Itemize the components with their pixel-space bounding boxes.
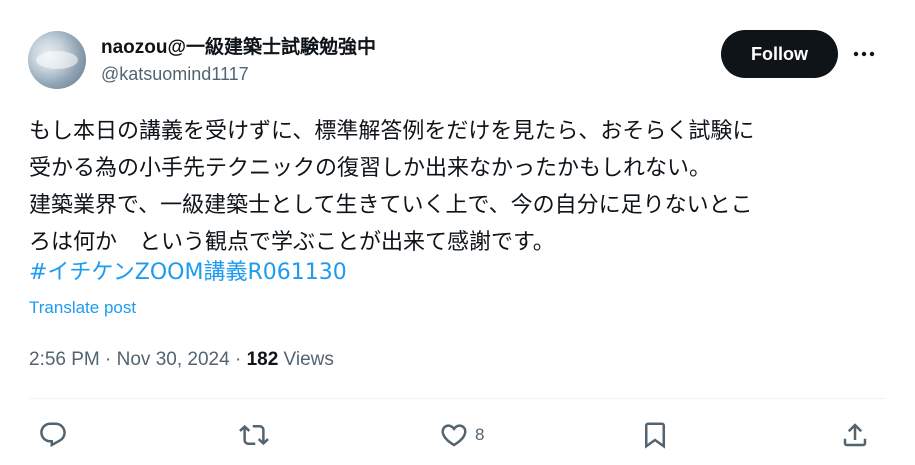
reply-icon [40,422,66,448]
share-icon [843,423,867,447]
views-label: Views [278,349,334,370]
translate-post-link[interactable]: Translate post [29,298,136,318]
bookmark-button[interactable] [640,418,670,452]
bookmark-icon [645,422,665,449]
post-timestamp[interactable]: 2:56 PM · Nov 30, 2024 · [29,349,247,370]
repost-icon [239,424,269,446]
more-options-icon[interactable] [848,38,880,70]
share-button[interactable] [840,418,870,452]
post-metadata: 2:56 PM · Nov 30, 2024 · 182 Views [29,349,334,371]
author-handle[interactable]: @katsuomind1117 [101,64,249,85]
divider [29,398,886,399]
post-text: もし本日の講義を受けずに、標準解答例をだけを見たら、おそらく試験に 受かる為の小… [29,119,755,255]
author-display-name[interactable]: naozou@一級建築士試験勉強中 [101,32,376,59]
views-count: 182 [246,349,279,370]
like-button[interactable]: 8 [439,418,484,452]
follow-button[interactable]: Follow [721,30,838,78]
avatar[interactable] [28,31,86,89]
like-icon [441,424,467,447]
hashtag-link[interactable]: #イチケンZOOM講義R061130 [29,258,347,288]
like-count: 8 [475,425,485,444]
reply-button[interactable] [38,418,68,452]
repost-button[interactable] [239,418,269,452]
